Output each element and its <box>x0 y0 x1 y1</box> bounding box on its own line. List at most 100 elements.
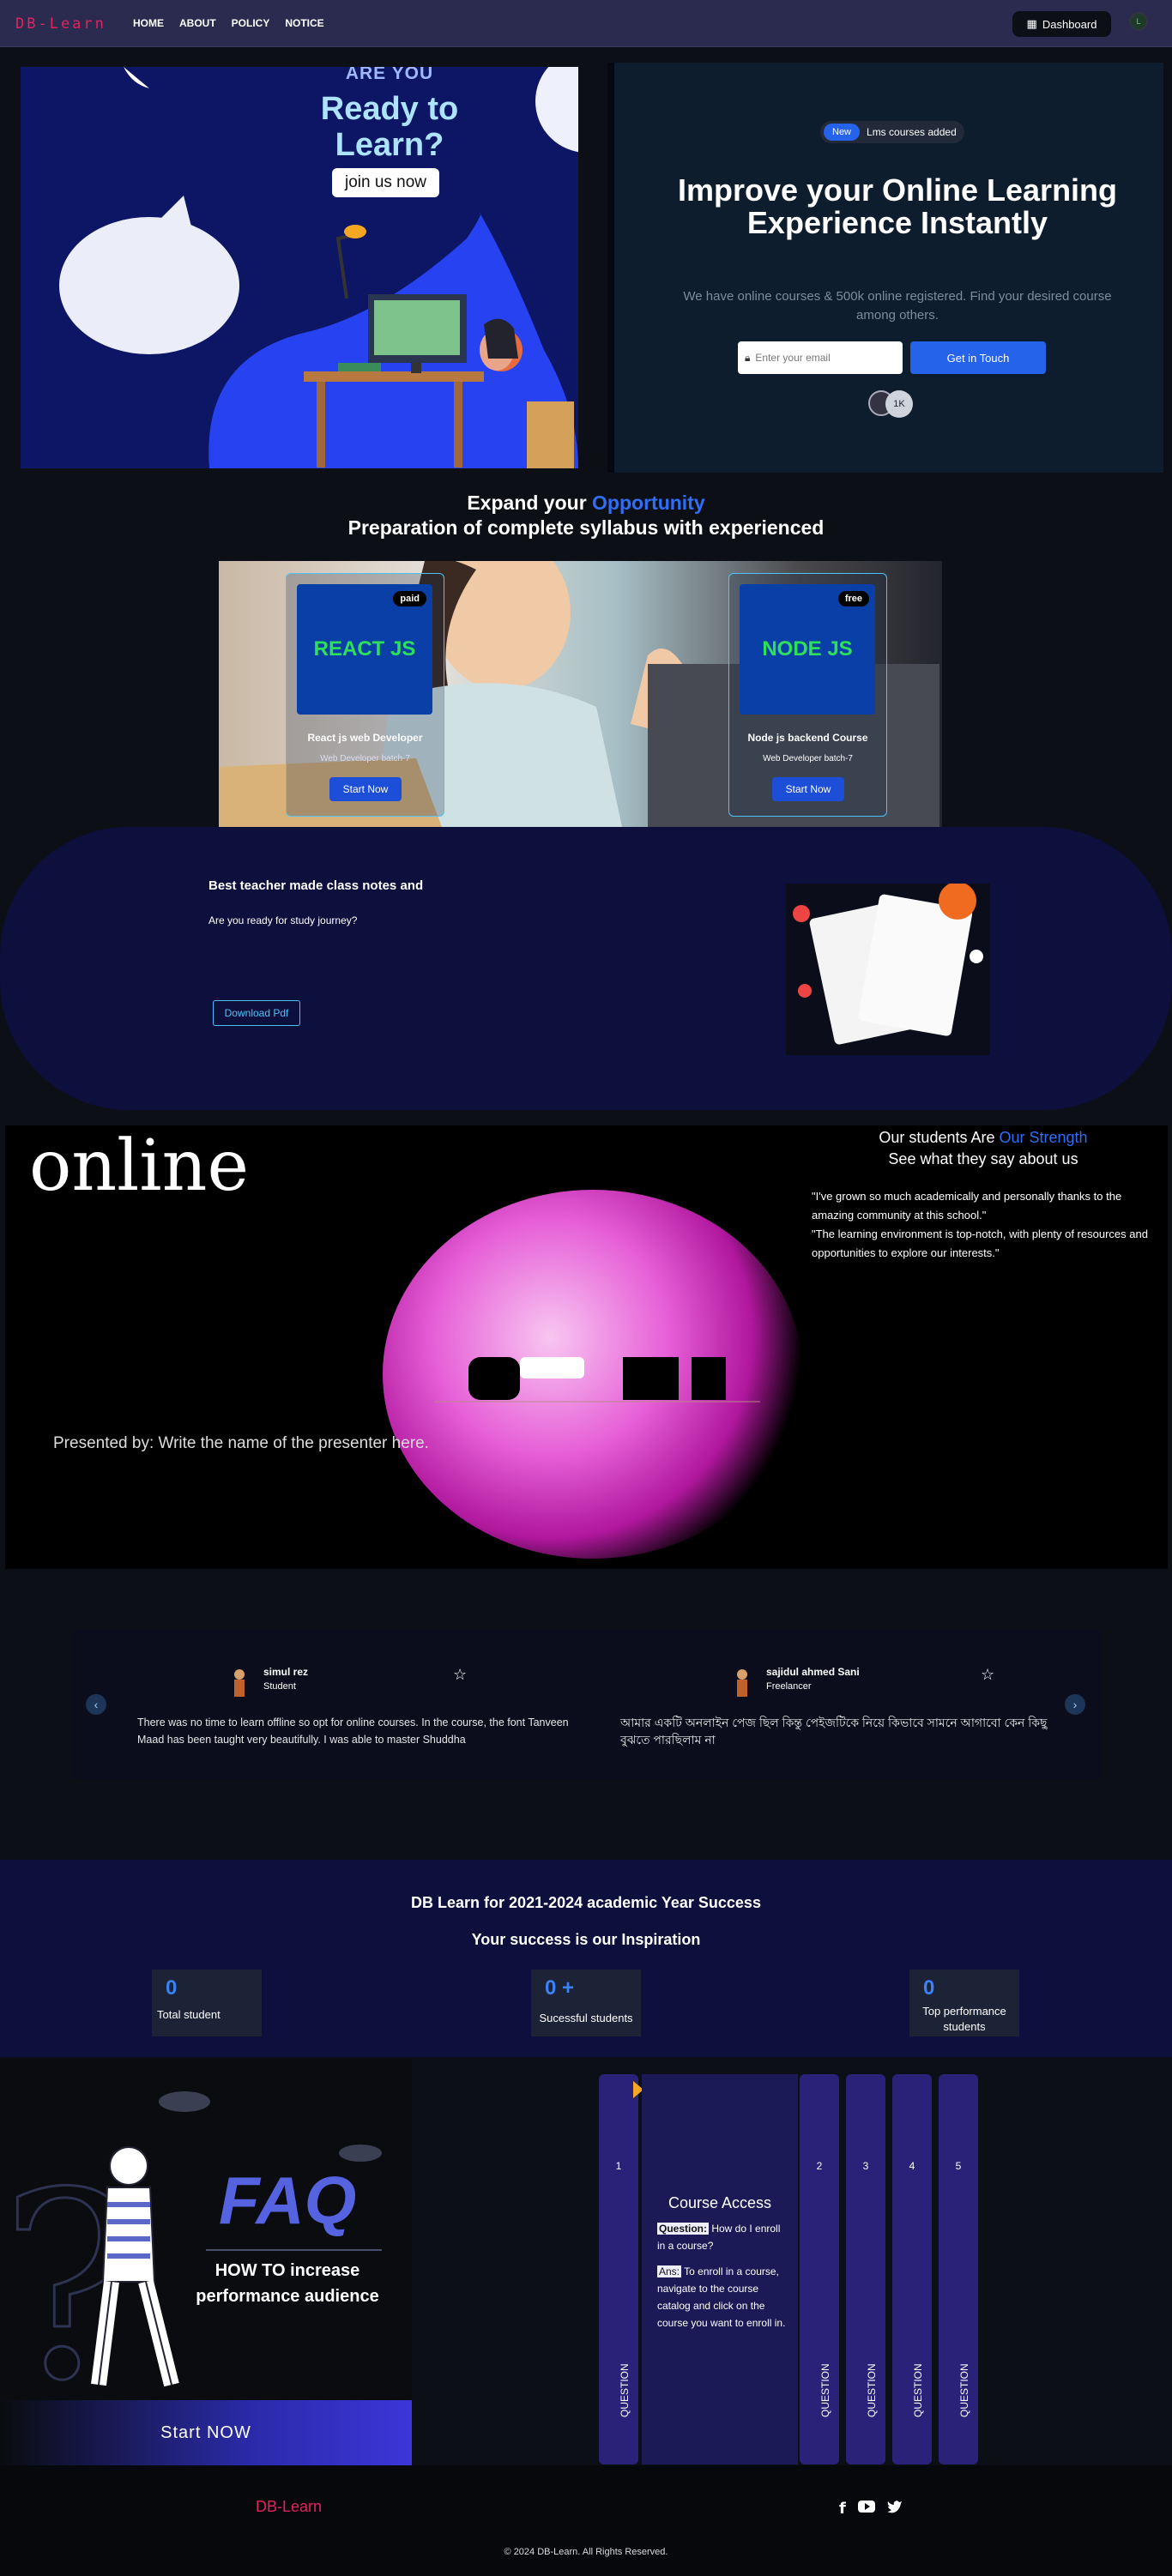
brand-logo[interactable]: DB-Learn <box>15 15 106 33</box>
banner-line-ready: Ready to <box>320 91 459 127</box>
faq-open-question: Question: How do I enroll in a course? <box>657 2220 790 2254</box>
stat-value: 0 + <box>545 1976 575 2000</box>
strength-title-highlight: Our Strength <box>999 1129 1088 1146</box>
start-now-banner-button[interactable]: Start NOW <box>0 2400 412 2465</box>
start-now-button[interactable]: Start Now <box>329 777 402 801</box>
nav-about-link[interactable]: ABOUT <box>179 17 216 29</box>
course-name: React js web Developer <box>307 732 423 744</box>
reviewer-avatar <box>234 1669 245 1697</box>
faq-word: FAQ <box>219 2163 357 2238</box>
faq-heading: HOW TO increase performance audience <box>196 2261 379 2306</box>
banner-line-learn: Learn? <box>335 127 444 163</box>
course-card-node[interactable]: NODE JS free Node js backend Course Web … <box>728 573 887 817</box>
notes-title: Best teacher made class notes and <box>208 878 424 893</box>
reviewer-role: Student <box>263 1681 296 1692</box>
faq-open-panel: Course Access Question: How do I enroll … <box>642 2074 798 2464</box>
faq-tab-5[interactable]: 5 QUESTION <box>939 2074 978 2464</box>
twitter-icon[interactable] <box>886 2500 903 2518</box>
download-pdf-button[interactable]: Download Pdf <box>213 1000 300 1026</box>
hero-title: Improve your Online Learning Experience … <box>677 172 1118 240</box>
faq-tab-label: QUESTION <box>619 2363 631 2417</box>
get-in-touch-button[interactable]: Get in Touch <box>910 341 1046 374</box>
success-title: DB Learn for 2021-2024 academic Year Suc… <box>411 1894 761 1911</box>
stat-value: 0 <box>923 1976 935 2000</box>
course-batch: Web Developer batch-7 <box>320 754 410 763</box>
faq-tab-label: QUESTION <box>819 2363 831 2417</box>
nav-notice-link[interactable]: NOTICE <box>285 17 323 29</box>
reviewer-role: Freelancer <box>766 1681 812 1692</box>
course-card-react[interactable]: REACT JS paid React js web Developer Web… <box>286 573 444 817</box>
answer-label: Ans: <box>657 2265 682 2277</box>
student-quote: "The learning environment is top-notch, … <box>812 1228 1148 1259</box>
email-field[interactable]: 🔒︎ Enter your email <box>738 341 903 374</box>
faq-tab-4[interactable]: 4 QUESTION <box>892 2074 932 2464</box>
start-now-button[interactable]: Start Now <box>772 777 844 801</box>
student-strength-section: online Presented by: Write the name of t… <box>5 1125 1168 1569</box>
badge-text: Lms courses added <box>867 126 957 138</box>
faq-tab-number: 3 <box>862 2160 869 2172</box>
star-icon[interactable]: ☆ <box>981 1666 994 1684</box>
strength-heading: Our students Are Our Strength See what t… <box>812 1127 1155 1170</box>
faq-open-title: Course Access <box>668 2194 772 2211</box>
course-tag: free <box>837 591 869 606</box>
review-text: There was no time to learn offline so op… <box>137 1716 569 1746</box>
course-batch: Web Developer batch-7 <box>763 754 853 763</box>
reviewer-name: simul rez <box>263 1666 309 1678</box>
strength-title-line2: See what they say about us <box>888 1150 1078 1167</box>
prev-arrow-icon[interactable]: ‹ <box>86 1694 106 1715</box>
faq-open-answer: Ans: To enroll in a course, navigate to … <box>657 2263 790 2332</box>
next-arrow-icon[interactable]: › <box>1065 1694 1085 1715</box>
faq-tab-3[interactable]: 3 QUESTION <box>846 2074 885 2464</box>
opportunity-title-highlight: Opportunity <box>592 492 705 514</box>
youtube-icon[interactable] <box>857 2500 875 2518</box>
social-links: f <box>839 2500 903 2518</box>
hero-subtitle: We have online courses & 500k online reg… <box>683 289 1112 323</box>
nav-links: HOME ABOUT POLICY NOTICE <box>133 17 324 29</box>
grid-icon: ▦ <box>1026 17 1037 30</box>
nav-home-link[interactable]: HOME <box>133 17 164 29</box>
faq-tab-label: QUESTION <box>866 2363 878 2417</box>
facebook-icon[interactable]: f <box>839 2500 846 2518</box>
dashboard-button[interactable]: ▦ Dashboard <box>1012 11 1111 37</box>
notes-illustration <box>786 882 990 1055</box>
new-courses-badge: New Lms courses added <box>820 121 964 143</box>
star-icon[interactable]: ☆ <box>453 1666 467 1684</box>
lock-icon: 🔒︎ <box>745 351 751 364</box>
user-avatar[interactable]: L <box>1129 12 1148 31</box>
strength-title-prefix: Our students Are <box>879 1129 995 1146</box>
hero-banner-image: ARE YOU Ready to Learn? join us now <box>21 67 578 468</box>
dashboard-label: Dashboard <box>1042 17 1097 31</box>
slide-word: online <box>29 1125 249 1207</box>
reviewer-avatar <box>737 1669 747 1697</box>
success-stats-section: DB Learn for 2021-2024 academic Year Suc… <box>0 1860 1172 2057</box>
hero-panel: New Lms courses added Improve your Onlin… <box>607 63 1163 473</box>
opportunity-title-prefix: Expand your <box>467 492 587 514</box>
faq-tab-2[interactable]: 2 QUESTION <box>800 2074 839 2464</box>
faq-tab-1[interactable]: 1 QUESTION <box>599 2074 643 2464</box>
opportunity-title-line2: Preparation of complete syllabus with ex… <box>347 516 825 539</box>
student-quote: "I've grown so much academically and per… <box>812 1190 1122 1222</box>
notes-image <box>786 882 990 1055</box>
notes-subtitle: Are you ready for study journey? <box>208 914 358 926</box>
faq-tab-number: 4 <box>909 2160 915 2172</box>
faq-banner: ? FAQ HOW TO increase performance audien… <box>0 2059 412 2465</box>
presenter-text: Presented by: Write the name of the pres… <box>53 1434 429 1452</box>
nav-policy-link[interactable]: POLICY <box>232 17 270 29</box>
footer-logo[interactable]: DB-Learn <box>256 2498 322 2516</box>
stat-value: 0 <box>166 1976 178 2000</box>
stat-label: Sucessful students <box>539 2012 633 2024</box>
banner-join-button[interactable]: join us now <box>332 168 439 197</box>
top-navbar: DB-Learn HOME ABOUT POLICY NOTICE ▦ Dash… <box>0 0 1172 47</box>
faq-tab-label: QUESTION <box>958 2363 970 2417</box>
new-tag: New <box>824 124 861 141</box>
copyright: © 2024 DB-Learn. All Rights Reserved. <box>504 2547 668 2557</box>
faq-tab-number: 5 <box>955 2160 962 2172</box>
footer: DB-Learn f © 2024 DB-Learn. All Rights R… <box>0 2465 1172 2576</box>
stat-successful-students: 0 + Sucessful students <box>531 1970 641 2036</box>
reviews-carousel: ‹ › simul rez Student ☆ There was no tim… <box>71 1630 1101 1779</box>
faq-divider <box>206 2249 382 2251</box>
success-subtitle: Your success is our Inspiration <box>471 1931 701 1948</box>
stat-total-students: 0 Total student <box>152 1970 262 2036</box>
hands-graphic <box>434 1357 760 1403</box>
opportunity-heading: Expand your Opportunity Preparation of c… <box>0 491 1172 540</box>
